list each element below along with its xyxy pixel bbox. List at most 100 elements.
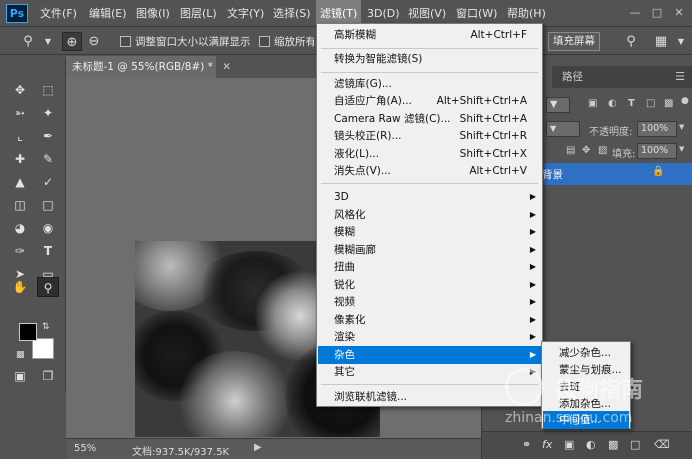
watermark: 搜狗指南 zhinan.sogou.com (505, 368, 680, 428)
resize-windows-checkbox[interactable] (120, 36, 131, 47)
pen-icon[interactable]: ✑ (9, 241, 31, 261)
menu-item-sharpen[interactable]: 锐化 ▶ (318, 276, 541, 294)
adjustment-layer-icon[interactable]: ◐ (586, 438, 596, 451)
menu-file[interactable]: 文件(F) (40, 0, 77, 27)
smart-filter-icon[interactable]: ▩ (664, 98, 673, 109)
submenu-item-reduce-noise[interactable]: 减少杂色... (543, 344, 629, 362)
menu-item-liquify[interactable]: 液化(L)... Shift+Ctrl+X (318, 145, 541, 163)
menu-item-3d[interactable]: 3D ▶ (318, 188, 541, 206)
panel-menu-icon[interactable]: ☰ (675, 70, 685, 83)
menu-divider (321, 183, 538, 184)
document-tab[interactable]: 未标题-1 @ 55%(RGB/8#) * ✕ (66, 56, 231, 78)
menu-item-filter-gallery[interactable]: 滤镜库(G)... (318, 75, 541, 93)
zoom-in-icon[interactable]: ⊕ (62, 32, 82, 51)
minimize-icon[interactable]: — (628, 6, 642, 20)
menu-item-blur-gallery[interactable]: 模糊画廊 ▶ (318, 241, 541, 259)
blend-mode-select[interactable]: ▼ (546, 121, 580, 137)
chevron-down-icon[interactable]: ▼ (672, 32, 690, 51)
quick-mask-icon[interactable]: ▣ (9, 366, 31, 386)
chevron-down-icon[interactable]: ▼ (679, 145, 684, 153)
zoom-icon[interactable]: ⚲ (18, 32, 38, 51)
brush-icon[interactable]: ✎ (37, 149, 59, 169)
new-layer-icon[interactable]: □ (630, 438, 640, 451)
chevron-down-icon[interactable]: ▼ (679, 123, 684, 131)
menu-item-noise[interactable]: 杂色 ▶ (318, 346, 541, 364)
menu-image[interactable]: 图像(I) (136, 0, 170, 27)
layer-mask-icon[interactable]: ▣ (564, 438, 574, 451)
dodge-icon[interactable]: ◉ (37, 218, 59, 238)
stamp-icon[interactable]: ▲ (9, 172, 31, 192)
blur-icon[interactable]: ◕ (9, 218, 31, 238)
magic-wand-icon[interactable]: ✦ (37, 103, 59, 123)
submenu-arrow-icon: ▶ (529, 210, 536, 219)
lasso-icon[interactable]: ➳ (9, 103, 31, 123)
menu-layer[interactable]: 图层(L) (180, 0, 217, 27)
chevron-right-icon[interactable]: ▶ (254, 442, 262, 453)
trash-icon[interactable]: ⌫ (654, 438, 670, 451)
default-colors-icon[interactable]: ▩ (16, 350, 25, 360)
move-icon[interactable]: ✥ (9, 80, 31, 100)
opacity-label: 不透明度: (589, 127, 633, 138)
screen-mode-icon[interactable]: ❐ (37, 366, 59, 386)
zoom-all-checkbox[interactable] (259, 36, 270, 47)
filter-toggle-icon[interactable]: ● (681, 96, 689, 106)
submenu-arrow-icon: ▶ (529, 227, 536, 236)
background-color-swatch[interactable] (32, 338, 54, 359)
menu-item-gaussian-blur[interactable]: 高斯模糊 Alt+Ctrl+F (318, 26, 541, 44)
lock-pixels-icon[interactable]: ▤ (566, 145, 575, 156)
filter-kind-select[interactable]: ▼ (546, 97, 570, 113)
fill-label: 填充: (612, 149, 636, 160)
fill-screen-button[interactable]: 填充屏幕 (548, 32, 600, 51)
menu-select[interactable]: 选择(S) (273, 0, 311, 27)
crop-icon[interactable]: ⌞ (9, 126, 31, 146)
eraser-icon[interactable]: ◫ (9, 195, 31, 215)
fill-field[interactable]: 100% (637, 143, 677, 159)
zoom-out-icon[interactable]: ⊖ (84, 32, 104, 51)
menu-type[interactable]: 文字(Y) (227, 0, 264, 27)
healing-icon[interactable]: ✚ (9, 149, 31, 169)
menu-item-lens-correction[interactable]: 镜头校正(R)... Shift+Ctrl+R (318, 127, 541, 145)
link-layers-icon[interactable]: ⚭ (522, 438, 531, 451)
submenu-arrow-icon: ▶ (529, 192, 536, 201)
gradient-icon[interactable]: □ (37, 195, 59, 215)
pixel-filter-icon[interactable]: ▣ (588, 98, 597, 109)
menu-item-camera-raw[interactable]: Camera Raw 滤镜(C)... Shift+Ctrl+A (318, 110, 541, 128)
close-icon[interactable]: ✕ (672, 6, 686, 20)
menu-item-adaptive-wide-angle[interactable]: 自适应广角(A)... Alt+Shift+Ctrl+A (318, 92, 541, 110)
type-filter-icon[interactable]: T (628, 98, 635, 109)
workspace-icon[interactable]: ▦ (652, 32, 670, 51)
status-bar: 55% 文档:937.5K/937.5K ▶ (66, 438, 481, 459)
tab-paths[interactable]: 路径 (554, 66, 591, 88)
group-folder-icon[interactable]: ▩ (608, 438, 618, 451)
menu-item-video[interactable]: 视频 ▶ (318, 293, 541, 311)
search-icon[interactable]: ⚲ (622, 32, 640, 51)
menu-item-render[interactable]: 渲染 ▶ (318, 328, 541, 346)
eyedropper-icon[interactable]: ✒ (37, 126, 59, 146)
maximize-icon[interactable]: □ (650, 6, 664, 20)
menu-item-convert-smart-filter[interactable]: 转换为智能滤镜(S) (318, 50, 541, 68)
marquee-icon[interactable]: ⬚ (37, 80, 59, 100)
lock-all-icon[interactable]: ▨ (598, 145, 607, 156)
foreground-color-swatch[interactable] (19, 323, 37, 341)
opacity-field[interactable]: 100% (637, 121, 677, 137)
close-icon[interactable]: ✕ (222, 61, 231, 73)
watermark-url: zhinan.sogou.com (505, 410, 633, 426)
fx-icon[interactable]: fx (542, 438, 552, 451)
zoom-level[interactable]: 55% (74, 443, 96, 454)
lock-position-icon[interactable]: ✥ (582, 145, 590, 156)
menu-item-blur[interactable]: 模糊 ▶ (318, 223, 541, 241)
submenu-arrow-icon: ▶ (529, 315, 536, 324)
hand-icon[interactable]: ✋ (9, 277, 31, 297)
shape-filter-icon[interactable]: □ (646, 98, 655, 109)
menu-item-vanishing-point[interactable]: 消失点(V)... Alt+Ctrl+V (318, 162, 541, 180)
chevron-down-icon[interactable]: ▼ (38, 32, 58, 51)
menu-item-distort[interactable]: 扭曲 ▶ (318, 258, 541, 276)
adjust-filter-icon[interactable]: ◐ (608, 98, 617, 109)
menu-item-stylize[interactable]: 风格化 ▶ (318, 206, 541, 224)
menu-item-pixelate[interactable]: 像素化 ▶ (318, 311, 541, 329)
zoom-tool-icon[interactable]: ⚲ (37, 277, 59, 297)
type-icon[interactable]: T (37, 241, 59, 261)
history-brush-icon[interactable]: ✓ (37, 172, 59, 192)
swap-colors-icon[interactable]: ⇅ (42, 322, 50, 332)
menu-edit[interactable]: 编辑(E) (89, 0, 127, 27)
